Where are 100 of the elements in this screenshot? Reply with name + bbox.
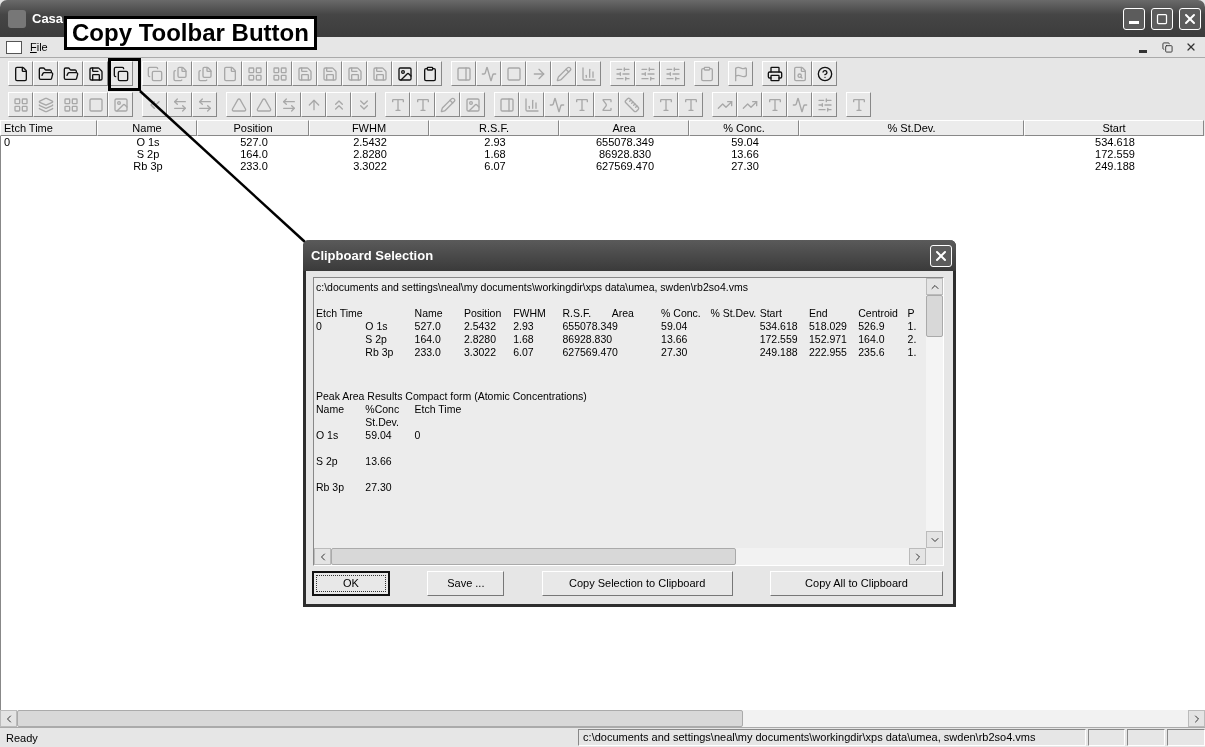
dialog-button[interactable]: Copy All to Clipboard: [770, 570, 943, 596]
bar-chart-icon: [580, 65, 597, 82]
text-icon: [766, 96, 783, 113]
table-cell: 1.68: [484, 148, 506, 160]
wave-icon: [791, 96, 808, 113]
report-value: 27.30: [661, 346, 688, 359]
toolbar-button[interactable]: [8, 61, 33, 86]
square-icon: [505, 65, 522, 82]
toolbar-button[interactable]: [392, 61, 417, 86]
column-header[interactable]: Start: [1024, 120, 1204, 136]
report-value: 233.0: [414, 346, 441, 359]
dialog-button[interactable]: Copy Selection to Clipboard: [541, 570, 733, 596]
dialog-button[interactable]: Save ...: [427, 570, 505, 596]
maximize-button[interactable]: [1151, 7, 1173, 30]
table-cell: 627569.470: [595, 160, 655, 172]
report-value: 534.618: [759, 320, 798, 333]
close-button[interactable]: [1179, 7, 1201, 30]
ruler-icon: [623, 96, 640, 113]
table-cell: 655078.349: [595, 136, 655, 148]
report-value: 2.93: [513, 320, 534, 333]
folder-icon: [37, 65, 54, 82]
triangle-icon: [255, 96, 272, 113]
layers-icon: [37, 96, 54, 113]
report-value: 0: [414, 429, 421, 442]
table-cell: 527.0: [240, 136, 268, 148]
column-header[interactable]: Etch Time: [0, 120, 97, 136]
scroll-left-button[interactable]: [0, 710, 17, 727]
report-value: 59.04: [661, 320, 688, 333]
dialog-title: Clipboard Selection: [311, 248, 435, 263]
column-header[interactable]: % St.Dev.: [799, 120, 1024, 136]
scrollbar-thumb[interactable]: [17, 710, 743, 727]
scroll-right-button[interactable]: [1188, 710, 1205, 727]
report-value: 526.9: [858, 320, 885, 333]
report-value: 164.0: [414, 333, 441, 346]
panel-icon: [498, 96, 515, 113]
scroll-down-button[interactable]: [926, 531, 943, 548]
minimize-button[interactable]: [1123, 7, 1145, 30]
clipboard-icon: [698, 65, 715, 82]
toolbar-button[interactable]: [33, 61, 58, 86]
report-value: 2.5432: [463, 320, 496, 333]
column-header[interactable]: Area: [559, 120, 689, 136]
grid-icon: [12, 96, 29, 113]
menu-item[interactable]: File: [30, 41, 48, 53]
report-value: 2.: [907, 333, 917, 346]
double-arrow-icon: [280, 96, 297, 113]
column-header[interactable]: FWHM: [309, 120, 429, 136]
restore-button[interactable]: [1159, 39, 1175, 55]
report-value: 59.04: [365, 429, 392, 442]
scrollbar-thumb[interactable]: [331, 548, 736, 565]
column-header[interactable]: % Conc.: [689, 120, 799, 136]
scroll-left-button[interactable]: [314, 548, 331, 565]
wave-icon: [480, 65, 497, 82]
table-cell: 2.93: [484, 136, 506, 148]
scroll-right-button[interactable]: [909, 548, 926, 565]
text-icon: [850, 96, 867, 113]
report-value: 0: [316, 320, 322, 333]
report-value: 1.68: [513, 333, 534, 346]
report-value: 6.07: [513, 346, 534, 359]
square-icon: [87, 96, 104, 113]
toolbar-button[interactable]: [83, 61, 108, 86]
toolbar-button[interactable]: [417, 61, 442, 86]
toolbar-button[interactable]: [762, 61, 787, 86]
sliders-icon: [639, 65, 656, 82]
report-value: S 2p: [365, 333, 387, 346]
column-header: Centroid: [858, 307, 898, 320]
toolbar-button[interactable]: [58, 61, 83, 86]
document-icon: [6, 40, 22, 54]
report-value: 13.66: [365, 455, 392, 468]
column-header[interactable]: R.S.F.: [429, 120, 559, 136]
scrollbar-thumb[interactable]: [926, 295, 943, 337]
report-value: 518.029: [808, 320, 847, 333]
table-cell: 233.0: [240, 160, 268, 172]
table-cell: 0: [4, 136, 11, 148]
column-header[interactable]: Name: [97, 120, 197, 136]
column-header: Name: [414, 307, 443, 320]
report-value: S 2p: [316, 455, 338, 468]
help-icon: [816, 65, 833, 82]
table-cell: 164.0: [240, 148, 268, 160]
column-header: Start: [759, 307, 782, 320]
toolbar-button[interactable]: [812, 61, 837, 86]
file-path: c:\documents and settings\neal\my documents\workingdir\xps data\umea, swden\rb2so4.vms: [316, 281, 749, 294]
report-value: O 1s: [365, 320, 388, 333]
report-value: 249.188: [759, 346, 798, 359]
callout-label: Copy Toolbar Button: [64, 16, 317, 50]
copy-icon: [146, 65, 163, 82]
close-button[interactable]: [930, 244, 952, 267]
table-cell: Rb 3p: [133, 160, 163, 172]
report-value: 2.8280: [463, 333, 496, 346]
dialog-button[interactable]: OK: [312, 570, 390, 596]
scroll-up-button[interactable]: [926, 278, 943, 295]
column-header[interactable]: Position: [197, 120, 309, 136]
image-icon: [464, 96, 481, 113]
column-header: St.Dev.: [365, 416, 399, 429]
wave-icon: [548, 96, 565, 113]
report-text-area[interactable]: [313, 277, 944, 566]
table-cell: 172.559: [1095, 148, 1135, 160]
report-value: 13.66: [661, 333, 688, 346]
minimize-icon: [1139, 49, 1147, 53]
column-header: R.S.F.: [562, 307, 592, 320]
report-value: 222.955: [808, 346, 847, 359]
